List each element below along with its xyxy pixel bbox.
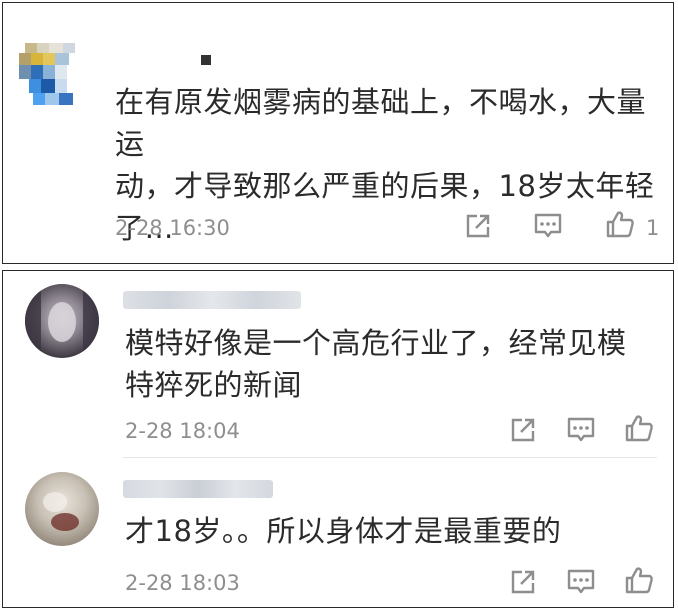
comment-panel-top: 在有原发烟雾病的基础上，不喝水，大量运 动，才导致那么严重的后果，18岁太年轻 … xyxy=(2,2,674,264)
timestamp: 2-28 16:30 xyxy=(115,216,230,240)
like-icon xyxy=(625,567,653,594)
username[interactable] xyxy=(123,480,273,498)
share-button[interactable] xyxy=(463,211,493,241)
username[interactable] xyxy=(91,53,221,71)
share-icon xyxy=(511,418,535,442)
like-icon xyxy=(625,415,653,442)
like-button[interactable] xyxy=(605,209,635,239)
comment-item: 在有原发烟雾病的基础上，不喝水，大量运 动，才导致那么严重的后果，18岁太年轻 … xyxy=(3,3,673,263)
avatar[interactable] xyxy=(25,284,99,358)
avatar[interactable] xyxy=(19,39,81,107)
like-icon xyxy=(606,211,634,238)
blurred-avatar-icon xyxy=(25,284,99,358)
like-count: 1 xyxy=(646,216,660,240)
comment-item: 才18岁。。所以身体才是最重要的 2-28 18:03 xyxy=(3,458,673,607)
blurred-avatar-icon xyxy=(25,472,99,546)
comment-text: 模特好像是一个高危行业了，经常见模 特猝死的新闻 xyxy=(125,326,627,402)
avatar[interactable] xyxy=(25,472,99,546)
username[interactable] xyxy=(123,291,301,309)
timestamp: 2-28 18:04 xyxy=(125,419,240,443)
share-icon xyxy=(511,570,535,594)
pixelated-avatar-icon xyxy=(19,39,81,107)
reply-icon xyxy=(567,569,595,594)
reply-button[interactable] xyxy=(533,211,563,241)
share-button[interactable] xyxy=(508,567,538,597)
comment-panel-bottom: 模特好像是一个高危行业了，经常见模 特猝死的新闻 2-28 18:04 才18岁… xyxy=(2,270,674,608)
reply-icon xyxy=(567,417,595,442)
timestamp: 2-28 18:03 xyxy=(125,571,240,595)
like-button[interactable] xyxy=(624,565,654,595)
share-button[interactable] xyxy=(508,415,538,445)
redacted-username-icon xyxy=(201,55,211,65)
share-icon xyxy=(466,214,490,238)
reply-button[interactable] xyxy=(566,567,596,597)
comment-item: 模特好像是一个高危行业了，经常见模 特猝死的新闻 2-28 18:04 xyxy=(3,271,673,457)
like-button[interactable] xyxy=(624,413,654,443)
comment-text: 才18岁。。所以身体才是最重要的 xyxy=(125,514,562,548)
reply-button[interactable] xyxy=(566,415,596,445)
reply-icon xyxy=(534,213,562,238)
